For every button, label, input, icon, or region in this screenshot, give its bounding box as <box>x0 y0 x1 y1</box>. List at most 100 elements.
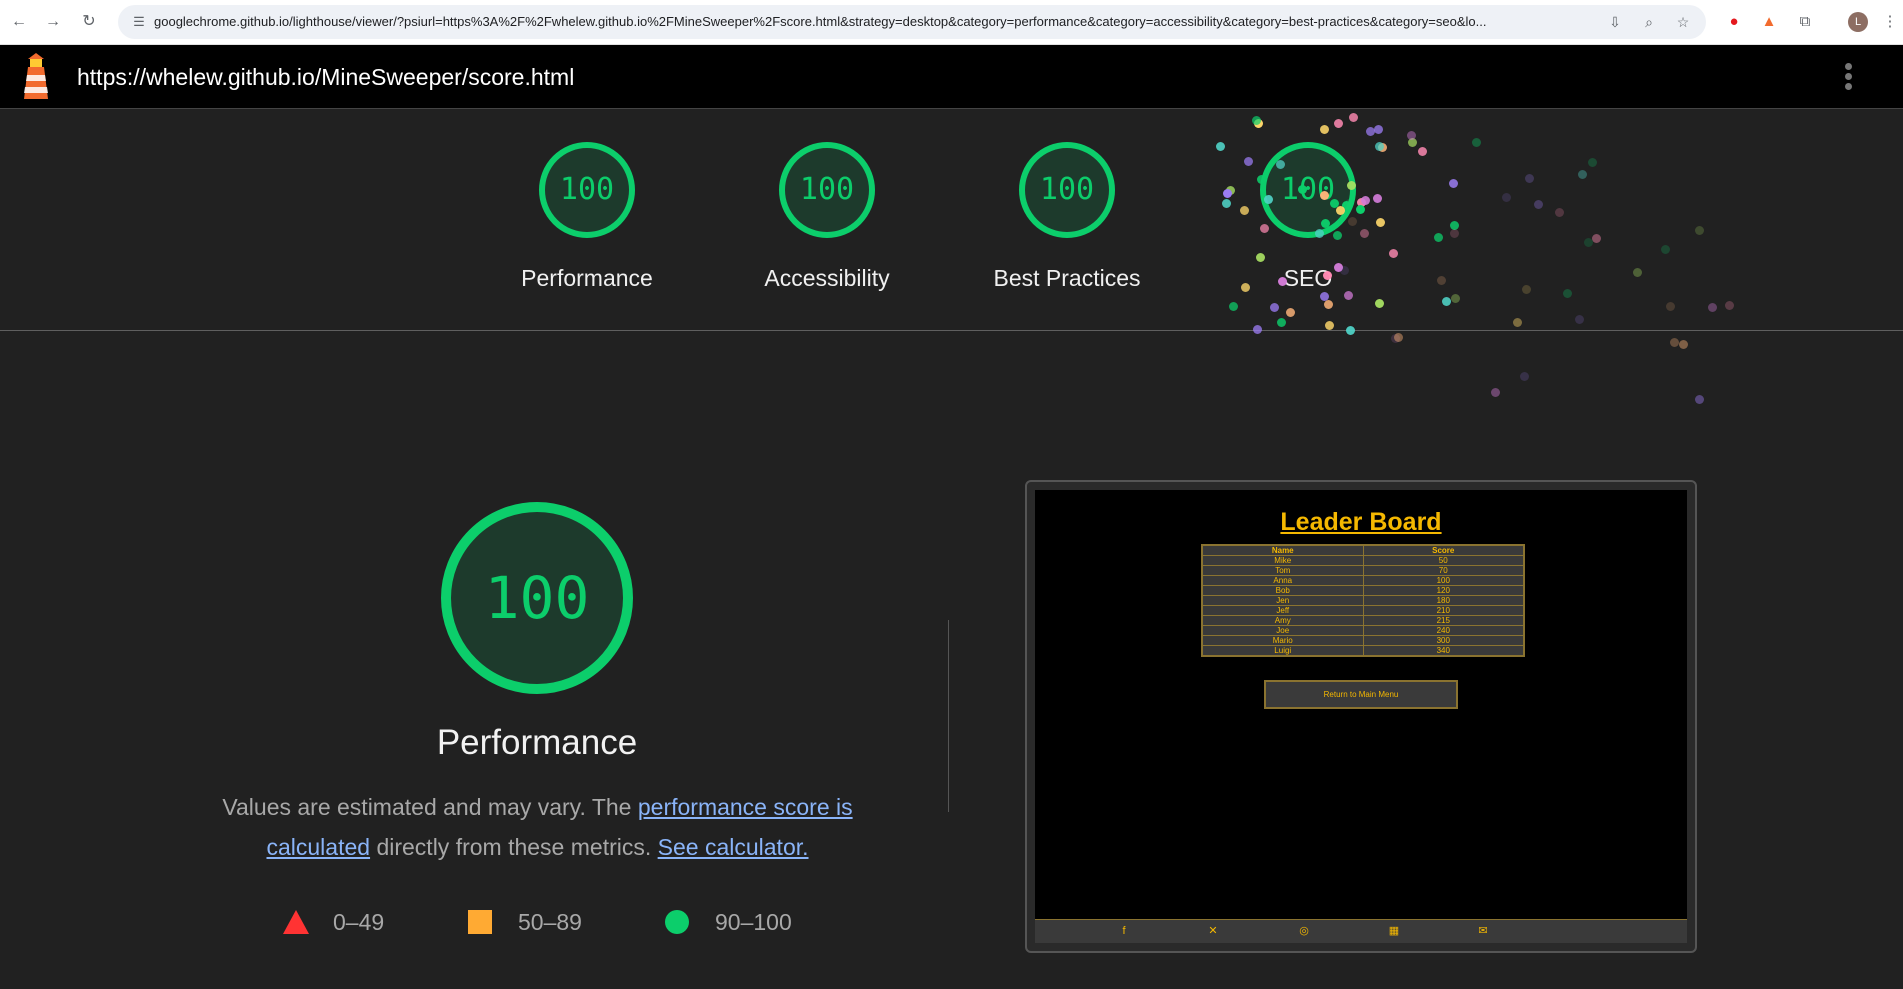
url-text[interactable]: googlechrome.github.io/lighthouse/viewer… <box>154 14 1604 29</box>
browser-toolbar: ← → ↻ ☰ googlechrome.github.io/lighthous… <box>0 0 1903 45</box>
name-cell: Mike <box>1202 555 1364 566</box>
arrow-right-icon[interactable]: → <box>42 11 64 33</box>
confetti-dot <box>1276 160 1285 170</box>
confetti-dot <box>1554 208 1564 218</box>
confetti-dot <box>1297 185 1307 194</box>
confetti-dot <box>1344 290 1354 300</box>
gauge-score: 100 <box>779 142 875 238</box>
performance-gauge: 100 <box>441 502 633 694</box>
table-row: Mike 50 <box>1202 555 1524 566</box>
confetti-dot <box>1393 332 1403 342</box>
confetti-dot <box>1277 276 1287 286</box>
confetti-dot <box>1286 307 1296 317</box>
puzzle-icon[interactable]: ⧉ <box>1794 11 1816 33</box>
screenshot-canvas: Leader Board Name Score Mike 50 Tom 70 Ann… <box>1035 490 1687 943</box>
lighthouse-logo-icon <box>24 53 48 99</box>
address-bar[interactable]: ☰ googlechrome.github.io/lighthouse/view… <box>118 5 1706 39</box>
desc-text: Values are estimated and may vary. The <box>222 794 638 820</box>
confetti-dot <box>1417 147 1427 157</box>
legend-range: 0–49 <box>333 909 385 935</box>
return-to-menu-button: Return to Main Menu <box>1264 680 1458 709</box>
arrow-left-icon[interactable]: ← <box>8 11 30 33</box>
score-cell: 100 <box>1363 575 1524 586</box>
gauge-performance[interactable]: 100 Performance <box>487 142 687 292</box>
score-cell: 340 <box>1363 645 1524 657</box>
calendar-icon: ▦ <box>1388 925 1400 937</box>
table-row: Jen 180 <box>1202 595 1524 606</box>
lighthouse-extension-icon[interactable]: ▲ <box>1758 11 1780 33</box>
performance-title: Performance <box>436 723 638 762</box>
table-row: Anna 100 <box>1202 575 1524 586</box>
install-icon[interactable]: ⇩ <box>1606 13 1624 31</box>
score-cell: 180 <box>1363 595 1524 606</box>
gauge-label: Accessibility <box>764 265 890 291</box>
table-row: Mario 300 <box>1202 635 1524 646</box>
opera-icon[interactable]: ● <box>1723 11 1745 33</box>
confetti-dot <box>1665 301 1675 311</box>
table-row: Jeff 210 <box>1202 605 1524 616</box>
triangle-icon <box>283 910 309 934</box>
see-calculator-link[interactable]: See calculator. <box>658 834 809 860</box>
kebab-menu-icon[interactable] <box>1838 61 1858 95</box>
legend-average: 50–89 <box>468 906 598 936</box>
tune-icon[interactable]: ☰ <box>130 13 148 31</box>
legend-range: 50–89 <box>518 909 582 935</box>
confetti-dot <box>1314 229 1324 239</box>
desc-text: directly from these metrics. <box>370 834 658 860</box>
confetti-dot <box>1632 267 1642 277</box>
confetti-dot <box>1525 173 1535 183</box>
confetti-dot <box>1319 190 1329 200</box>
gauge-best-practices[interactable]: 100 Best Practices <box>967 142 1167 292</box>
confetti-dot <box>1389 248 1399 258</box>
circle-icon <box>665 910 689 934</box>
name-cell: Tom <box>1202 565 1364 576</box>
confetti-dot <box>1332 231 1342 241</box>
confetti-dot <box>1241 282 1251 292</box>
confetti-dot <box>1335 205 1345 215</box>
name-cell: Luigi <box>1202 645 1364 657</box>
gauge-accessibility[interactable]: 100 Accessibility <box>727 142 927 292</box>
score-cell: 215 <box>1363 615 1524 626</box>
score-cell: 50 <box>1363 555 1524 566</box>
legend-pass: 90–100 <box>665 906 815 936</box>
confetti-dot <box>1679 340 1689 350</box>
confetti-dot <box>1501 192 1511 202</box>
name-cell: Jeff <box>1202 605 1364 616</box>
score-cell: 300 <box>1363 635 1524 646</box>
confetti-dot <box>1346 180 1356 190</box>
legend-range: 90–100 <box>715 909 792 935</box>
kebab-menu-icon[interactable]: ⋮ <box>1879 11 1901 33</box>
confetti-dot <box>1592 233 1602 243</box>
reload-icon[interactable]: ↻ <box>78 11 100 33</box>
table-row: Tom 70 <box>1202 565 1524 576</box>
confetti-dot <box>1346 325 1356 335</box>
confetti-dot <box>1375 217 1385 227</box>
gauge-label: Best Practices <box>993 265 1141 291</box>
confetti-dot <box>1491 388 1501 398</box>
confetti-dot <box>1724 300 1734 310</box>
confetti-dot <box>1322 270 1332 280</box>
gauge-seo[interactable]: 100 SEO <box>1208 142 1408 292</box>
discord-icon: ◎ <box>1299 925 1309 937</box>
zoom-icon[interactable]: ⌕ <box>1640 13 1658 31</box>
confetti-dot <box>1263 194 1273 204</box>
final-screenshot[interactable]: Leader Board Name Score Mike 50 Tom 70 Ann… <box>1025 480 1697 953</box>
star-icon[interactable]: ☆ <box>1674 13 1692 31</box>
confetti-dot <box>1255 252 1265 262</box>
confetti-dot <box>1670 338 1680 348</box>
confetti-dot <box>1348 113 1358 123</box>
leaderboard-table: Name Score Mike 50 Tom 70 Anna 100 Bob 120 J… <box>1201 544 1525 657</box>
score-gauges: 100 Performance 100 Accessibility 100 Be… <box>0 109 1903 331</box>
confetti-dot <box>1324 299 1334 309</box>
column-header: Score <box>1363 545 1524 556</box>
x-icon: ✕ <box>1208 925 1218 937</box>
performance-description: Values are estimated and may vary. The p… <box>195 787 880 867</box>
avatar[interactable]: L <box>1848 12 1868 32</box>
confetti-dot <box>1519 371 1529 381</box>
column-header: Name <box>1202 545 1364 556</box>
confetti-dot <box>1252 324 1262 334</box>
table-row: Bob 120 <box>1202 585 1524 596</box>
confetti-dot <box>1574 315 1584 325</box>
confetti-dot <box>1221 198 1231 208</box>
gauge-score: 100 <box>1260 142 1356 238</box>
